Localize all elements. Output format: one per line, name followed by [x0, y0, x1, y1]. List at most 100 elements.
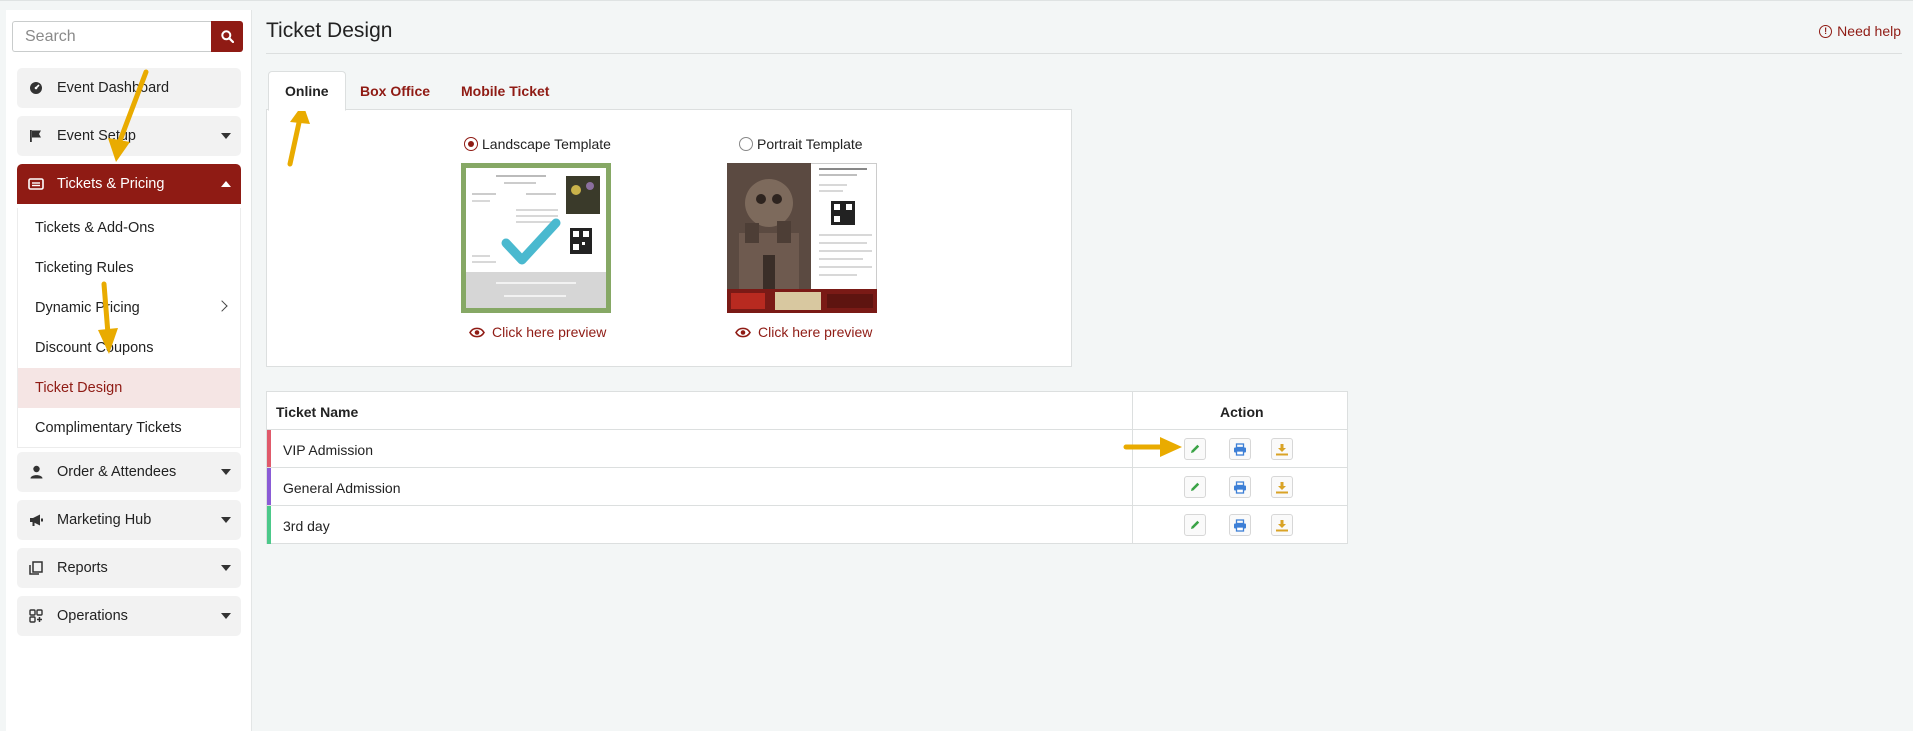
row-color-bar — [267, 506, 271, 544]
operations-icon — [26, 609, 46, 623]
submenu-item-label: Ticket Design — [35, 380, 123, 396]
chevron-down-icon — [221, 469, 231, 475]
landscape-template-option[interactable]: Landscape Template — [464, 136, 611, 152]
sidebar-item-label: Marketing Hub — [57, 512, 152, 528]
submenu-item-dynamic-pricing[interactable]: Dynamic Pricing — [18, 288, 240, 328]
reports-icon — [26, 561, 46, 575]
need-help-label: Need help — [1837, 23, 1901, 39]
portrait-preview-link[interactable]: Click here preview — [735, 324, 872, 340]
sidebar-item-label: Event Setup — [57, 128, 136, 144]
print-button[interactable] — [1229, 514, 1251, 536]
search-icon — [220, 30, 234, 43]
sidebar-item-label: Event Dashboard — [57, 80, 170, 96]
portrait-radio-row[interactable]: Portrait Template — [739, 136, 863, 152]
download-icon — [1276, 443, 1288, 455]
need-help-link[interactable]: ! Need help — [1819, 23, 1901, 39]
download-button[interactable] — [1271, 476, 1293, 498]
submenu-item-tickets-addons[interactable]: Tickets & Add-Ons — [18, 208, 240, 248]
tab-online[interactable]: Online — [268, 71, 346, 111]
sidebar: Event Dashboard Event Setup Tickets & Pr… — [6, 10, 252, 731]
chevron-down-icon — [221, 565, 231, 571]
landscape-template-thumbnail[interactable] — [461, 163, 611, 313]
print-icon — [1234, 480, 1246, 494]
download-icon — [1276, 519, 1288, 531]
chevron-down-icon — [221, 133, 231, 139]
search-input[interactable] — [12, 21, 211, 52]
ticket-icon — [26, 178, 46, 190]
submenu-item-label: Complimentary Tickets — [35, 420, 182, 436]
tab-mobile-ticket[interactable]: Mobile Ticket — [461, 71, 549, 110]
submenu-item-label: Dynamic Pricing — [35, 300, 140, 316]
eye-icon — [469, 327, 485, 338]
portrait-radio[interactable] — [739, 137, 753, 151]
chevron-down-icon — [221, 517, 231, 523]
sidebar-item-event-dashboard[interactable]: Event Dashboard — [17, 68, 241, 108]
ticket-thumbnail-image — [727, 163, 877, 313]
flag-icon — [26, 129, 46, 143]
dashboard-icon — [26, 81, 46, 95]
user-icon — [26, 465, 46, 479]
chevron-down-icon — [221, 613, 231, 619]
portrait-template-label: Portrait Template — [757, 136, 863, 152]
preview-label: Click here preview — [492, 324, 607, 340]
submenu-item-complimentary-tickets[interactable]: Complimentary Tickets — [18, 408, 240, 448]
sidebar-item-label: Order & Attendees — [57, 464, 177, 480]
download-icon — [1276, 481, 1288, 493]
tab-label: Online — [285, 83, 329, 99]
edit-icon — [1191, 520, 1200, 529]
table-row: 3rd day — [267, 506, 1347, 544]
portrait-template-thumbnail[interactable] — [727, 163, 877, 313]
portrait-template-option[interactable]: Portrait Template — [739, 136, 863, 152]
ticket-name: VIP Admission — [283, 442, 374, 458]
info-icon: ! — [1819, 24, 1833, 38]
edit-icon — [1191, 444, 1200, 453]
submenu-item-label: Discount Coupons — [35, 340, 154, 356]
column-header-action: Action — [1220, 404, 1264, 420]
top-divider — [0, 0, 1913, 1]
download-button[interactable] — [1271, 514, 1293, 536]
print-button[interactable] — [1229, 476, 1251, 498]
chevron-up-icon — [221, 181, 231, 187]
search-button[interactable] — [211, 21, 243, 52]
eye-icon — [735, 327, 751, 338]
ticket-thumbnail-image — [466, 168, 606, 308]
submenu-item-discount-coupons[interactable]: Discount Coupons — [18, 328, 240, 368]
tab-label: Box Office — [360, 82, 431, 99]
search-box — [12, 21, 251, 52]
megaphone-icon — [26, 513, 46, 527]
tickets-pricing-submenu: Tickets & Add-Ons Ticketing Rules Dynami… — [17, 208, 241, 448]
table-row: VIP Admission — [267, 430, 1347, 468]
landscape-template-label: Landscape Template — [482, 136, 611, 152]
landscape-preview-link[interactable]: Click here preview — [469, 324, 606, 340]
download-button[interactable] — [1271, 438, 1293, 460]
table-row: General Admission — [267, 468, 1347, 506]
sidebar-item-label: Reports — [57, 560, 108, 576]
sidebar-item-marketing-hub[interactable]: Marketing Hub — [17, 500, 241, 540]
template-panel: Landscape Template Click here preview Po… — [266, 109, 1072, 367]
sidebar-item-event-setup[interactable]: Event Setup — [17, 116, 241, 156]
print-button[interactable] — [1229, 438, 1251, 460]
print-icon — [1234, 518, 1246, 532]
sidebar-item-reports[interactable]: Reports — [17, 548, 241, 588]
edit-button[interactable] — [1184, 514, 1206, 536]
landscape-radio[interactable] — [464, 137, 478, 151]
landscape-radio-row[interactable]: Landscape Template — [464, 136, 611, 152]
edit-button[interactable] — [1184, 438, 1206, 460]
sidebar-item-order-attendees[interactable]: Order & Attendees — [17, 452, 241, 492]
row-color-bar — [267, 468, 271, 505]
table-header: Ticket Name Action — [267, 392, 1347, 430]
column-header-ticket-name: Ticket Name — [276, 404, 359, 420]
title-divider — [266, 53, 1902, 54]
submenu-item-ticketing-rules[interactable]: Ticketing Rules — [18, 248, 240, 288]
submenu-item-ticket-design[interactable]: Ticket Design — [18, 368, 240, 408]
preview-label: Click here preview — [758, 324, 873, 340]
chevron-right-icon — [216, 300, 228, 312]
tab-box-office[interactable]: Box Office — [360, 71, 430, 110]
edit-button[interactable] — [1184, 476, 1206, 498]
sidebar-item-operations[interactable]: Operations — [17, 596, 241, 636]
page-title: Ticket Design — [266, 19, 393, 42]
ticket-name: General Admission — [283, 480, 401, 496]
ticket-name: 3rd day — [283, 518, 330, 534]
row-color-bar — [267, 430, 271, 467]
sidebar-item-tickets-pricing[interactable]: Tickets & Pricing — [17, 164, 241, 204]
